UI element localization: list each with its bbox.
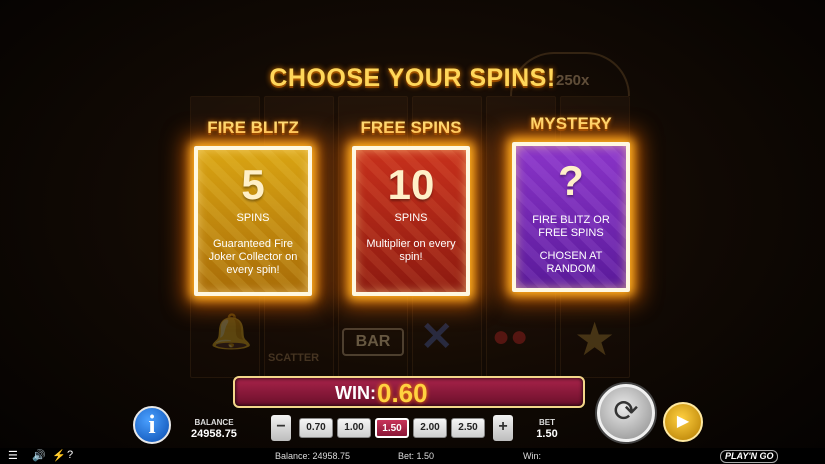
bell-icon: 🔔 bbox=[210, 313, 253, 351]
game-scene: 250x 🔔 SCATTER BAR ✕ ●● ★ CHOOSE YOUR SP… bbox=[0, 0, 825, 464]
bet-option-2.50[interactable]: 2.50 bbox=[451, 418, 485, 438]
menu-icon[interactable]: ☰ bbox=[8, 449, 18, 462]
bet-label: BET bbox=[539, 418, 555, 427]
playngo-logo: PLAY'N GO bbox=[720, 450, 779, 463]
win-display: WIN: 0.60 bbox=[233, 376, 585, 408]
card-number: 5 bbox=[241, 161, 265, 208]
option-label-free-spins: FREE SPINS bbox=[352, 118, 470, 138]
card-spins-label: SPINS bbox=[394, 212, 428, 224]
bet-option-1.00[interactable]: 1.00 bbox=[337, 418, 371, 438]
footer-bet: Bet: 1.50 bbox=[398, 451, 435, 461]
footer-win: Win: bbox=[523, 451, 541, 461]
refresh-icon: ⟳ bbox=[613, 395, 639, 428]
background-scatter: SCATTER bbox=[268, 352, 320, 364]
mystery-card[interactable]: ? FIRE BLITZ OR FREE SPINS CHOSEN AT RAN… bbox=[512, 142, 630, 292]
turbo-icon[interactable]: ⚡ bbox=[52, 449, 66, 462]
option-title: FREE SPINS bbox=[360, 118, 462, 137]
card-number: 10 bbox=[387, 161, 435, 208]
card-description: Guaranteed Fire Joker Collector on every… bbox=[208, 238, 298, 276]
free-spins-card[interactable]: 10 SPINS Multiplier on every spin! bbox=[352, 146, 470, 296]
footer-bar: ☰ 🔊 ⚡ ? Balance: 24958.75 Bet: 1.50 Win: bbox=[0, 448, 825, 464]
option-title: MYSTERY bbox=[530, 114, 612, 133]
card-spins-label: SPINS bbox=[236, 212, 270, 224]
sound-icon[interactable]: 🔊 bbox=[32, 449, 46, 462]
info-button[interactable]: i bbox=[133, 406, 171, 444]
x-symbol-icon: ✕ bbox=[420, 315, 454, 359]
footer-balance: Balance: 24958.75 bbox=[275, 451, 351, 461]
cherry-icon: ●● bbox=[492, 320, 529, 353]
balance-display: BALANCE 24958.75 bbox=[186, 418, 242, 440]
info-icon: i bbox=[148, 410, 156, 439]
balance-label: BALANCE bbox=[194, 418, 234, 427]
help-icon[interactable]: ? bbox=[67, 449, 73, 461]
win-label: WIN: bbox=[335, 383, 376, 403]
bet-decrease-button[interactable]: − bbox=[271, 415, 291, 441]
card-spins-label: FIRE BLITZ OR FREE SPINS bbox=[532, 214, 610, 239]
card-description: Multiplier on every spin! bbox=[366, 238, 456, 263]
bet-display: BET 1.50 bbox=[530, 418, 564, 440]
option-title: FIRE BLITZ bbox=[207, 118, 299, 137]
bet-option-2.00[interactable]: 2.00 bbox=[413, 418, 447, 438]
win-value: 0.60 bbox=[377, 378, 428, 408]
card-question-mark: ? bbox=[558, 157, 584, 204]
option-label-fire-blitz: FIRE BLITZ bbox=[194, 118, 312, 138]
bet-increase-button[interactable]: + bbox=[493, 415, 513, 441]
option-label-mystery: MYSTERY bbox=[512, 114, 630, 134]
bet-value: 1.50 bbox=[536, 428, 558, 440]
autoplay-button[interactable]: ▶ bbox=[663, 402, 703, 442]
star-icon: ★ bbox=[574, 313, 616, 365]
background-bar-symbol: BAR bbox=[342, 328, 404, 356]
card-description: CHOSEN AT RANDOM bbox=[539, 250, 603, 275]
balance-value: 24958.75 bbox=[191, 428, 237, 440]
fire-blitz-card[interactable]: 5 SPINS Guaranteed Fire Joker Collector … bbox=[194, 146, 312, 296]
page-title: CHOOSE YOUR SPINS! bbox=[269, 64, 556, 92]
play-icon: ▶ bbox=[676, 413, 690, 430]
spin-button[interactable]: ⟳ bbox=[597, 384, 655, 442]
bet-option-0.70[interactable]: 0.70 bbox=[299, 418, 333, 438]
bet-option-1.50-selected[interactable]: 1.50 bbox=[375, 418, 409, 438]
